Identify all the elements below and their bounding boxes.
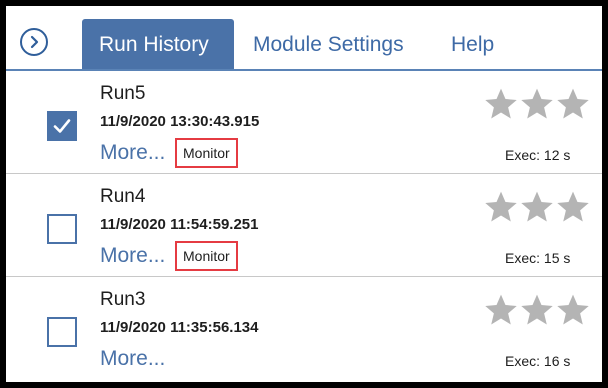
run-select-checkbox[interactable] <box>47 111 77 141</box>
star-icon[interactable] <box>520 87 554 121</box>
star-icon[interactable] <box>520 190 554 224</box>
more-link[interactable]: More... <box>100 347 165 371</box>
star-icon[interactable] <box>484 190 518 224</box>
star-icon[interactable] <box>520 293 554 327</box>
star-icon[interactable] <box>556 293 590 327</box>
star-rating[interactable] <box>484 293 590 327</box>
run-row[interactable]: Run5 11/9/2020 13:30:43.915 More... Moni… <box>6 71 602 174</box>
expand-panel-button[interactable] <box>20 28 48 56</box>
run-name: Run4 <box>100 186 146 207</box>
more-link[interactable]: More... <box>100 141 165 165</box>
run-history-panel: Run History Module Settings Help Run5 11… <box>6 6 602 382</box>
run-name: Run5 <box>100 83 146 104</box>
star-icon[interactable] <box>556 87 590 121</box>
run-list: Run5 11/9/2020 13:30:43.915 More... Moni… <box>6 71 602 379</box>
tab-module-settings[interactable]: Module Settings <box>236 19 421 71</box>
exec-time: Exec: 16 s <box>505 353 571 369</box>
tab-run-history[interactable]: Run History <box>82 19 234 71</box>
monitor-badge[interactable]: Monitor <box>175 241 238 271</box>
run-row[interactable]: Run4 11/9/2020 11:54:59.251 More... Moni… <box>6 174 602 277</box>
run-timestamp: 11/9/2020 13:30:43.915 <box>100 113 260 130</box>
run-row[interactable]: Run3 11/9/2020 11:35:56.134 More... Exec… <box>6 277 602 379</box>
run-name: Run3 <box>100 289 146 310</box>
chevron-right-icon <box>30 35 39 49</box>
star-icon[interactable] <box>556 190 590 224</box>
run-select-checkbox[interactable] <box>47 214 77 244</box>
exec-time: Exec: 15 s <box>505 250 571 266</box>
star-rating[interactable] <box>484 190 590 224</box>
run-select-checkbox[interactable] <box>47 317 77 347</box>
exec-time: Exec: 12 s <box>505 147 571 163</box>
star-icon[interactable] <box>484 293 518 327</box>
more-link[interactable]: More... <box>100 244 165 268</box>
monitor-badge[interactable]: Monitor <box>175 138 238 168</box>
run-timestamp: 11/9/2020 11:35:56.134 <box>100 319 259 336</box>
star-rating[interactable] <box>484 87 590 121</box>
tab-bar: Run History Module Settings Help <box>6 6 602 71</box>
tab-help[interactable]: Help <box>434 19 511 71</box>
run-timestamp: 11/9/2020 11:54:59.251 <box>100 216 259 233</box>
star-icon[interactable] <box>484 87 518 121</box>
checkmark-icon <box>53 119 71 133</box>
